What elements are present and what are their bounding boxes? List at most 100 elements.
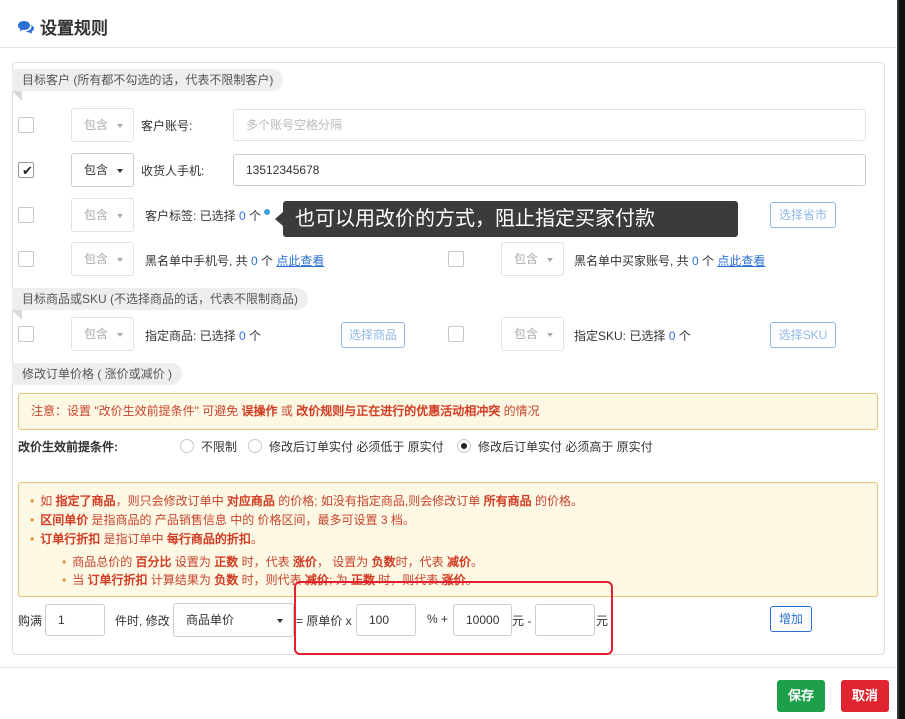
- buyer-blacklist-include-select[interactable]: 包含: [501, 242, 564, 276]
- tooltip-arrow: [275, 212, 283, 226]
- buyer-blacklist-view-link[interactable]: 点此查看: [717, 254, 765, 268]
- help-text: 的价格; 如没有指定商品,则会修改订单: [274, 494, 484, 508]
- help-text: 如: [40, 494, 56, 508]
- help-text: 时，代表: [238, 555, 293, 569]
- dialog-title: 设置规则: [18, 14, 108, 39]
- chevron-down-icon: [117, 258, 123, 262]
- sku-checkbox[interactable]: [448, 326, 464, 342]
- product-prefix: 指定商品: 已选择: [145, 329, 236, 343]
- product-include-select[interactable]: 包含: [71, 317, 134, 351]
- help-line: • 订单行折扣 是指订单中 每行商品的折扣。: [30, 530, 263, 547]
- dialog-title-text: 设置规则: [40, 19, 108, 38]
- phone-blacklist-checkbox[interactable]: [18, 251, 34, 267]
- include-select-value: 包含: [84, 118, 109, 132]
- phone-blacklist-include-select[interactable]: 包含: [71, 242, 134, 276]
- help-emphasis: 指定了商品: [55, 494, 116, 508]
- include-select-value: 包含: [84, 208, 109, 222]
- select-product-button[interactable]: 选择商品: [341, 322, 405, 348]
- help-text: 计算结果为: [147, 573, 215, 587]
- include-select-value: 包含: [84, 327, 109, 341]
- customer-tags-count: 0: [239, 209, 246, 223]
- customer-tags-checkbox[interactable]: [18, 207, 34, 223]
- help-emphasis: 对应商品: [226, 494, 275, 508]
- help-emphasis: 每行商品的折扣: [166, 532, 251, 546]
- customer-account-label: 客户账号:: [141, 119, 193, 133]
- section-tag-notch: [12, 91, 22, 101]
- customer-account-input[interactable]: 多个账号空格分隔: [233, 109, 866, 141]
- customer-tags-unit: 个: [249, 209, 262, 223]
- modify-target-value: 商品单价: [186, 613, 235, 627]
- phone-blacklist-label: 黑名单中手机号, 共 0 个 点此查看: [145, 252, 324, 269]
- help-text: 当: [72, 573, 88, 587]
- cancel-button[interactable]: 取消: [841, 680, 889, 712]
- help-text: 商品总价的: [72, 555, 136, 569]
- help-text: 时，代表: [395, 555, 447, 569]
- info-dot-icon: [264, 209, 270, 215]
- help-text: 的价格。: [531, 494, 583, 508]
- buy-quantity-input[interactable]: 1: [45, 604, 105, 636]
- help-text: 。: [250, 532, 263, 546]
- piece-label: 件时, 修改: [115, 614, 170, 628]
- notice-emphasis: 误操作: [241, 404, 278, 418]
- precondition-option-label: 修改后订单实付 必须高于 原实付: [478, 440, 653, 454]
- conflict-notice: 注意：设置 "改价生效前提条件" 可避免 误操作 或 改价规则与正在进行的优惠活…: [18, 393, 878, 430]
- buyer-blacklist-count: 0: [692, 254, 699, 268]
- help-emphasis: 区间单价: [40, 513, 89, 527]
- help-emphasis: 百分比: [135, 555, 172, 569]
- phone-blacklist-count: 0: [251, 254, 258, 268]
- checkmark-icon: ✔: [22, 163, 33, 178]
- bullet-icon: •: [62, 555, 67, 569]
- notice-text: 的情况: [500, 404, 540, 418]
- help-text: ， 设置为: [316, 555, 372, 569]
- buyer-blacklist-prefix: 黑名单中买家账号, 共: [574, 254, 689, 268]
- select-province-button[interactable]: 选择省市: [770, 202, 836, 228]
- chevron-down-icon: [117, 124, 123, 128]
- buyer-blacklist-checkbox[interactable]: [448, 251, 464, 267]
- section-target-goods: 目标商品或SKU (不选择商品的话，代表不限制商品): [12, 288, 309, 310]
- help-emphasis: 正数: [214, 555, 239, 569]
- customer-tags-label: 客户标签: 已选择 0 个: [145, 207, 261, 224]
- precondition-radio-lower[interactable]: [248, 439, 262, 453]
- modify-target-select[interactable]: 商品单价: [173, 603, 294, 637]
- help-emphasis: 所有商品: [483, 494, 532, 508]
- chevron-down-icon: [117, 214, 123, 218]
- select-sku-button[interactable]: 选择SKU: [770, 322, 836, 348]
- notice-text: 或: [277, 404, 297, 418]
- precondition-radio-unlimited[interactable]: [180, 439, 194, 453]
- buyer-blacklist-label: 黑名单中买家账号, 共 0 个 点此查看: [574, 252, 765, 269]
- customer-tags-prefix: 客户标签: 已选择: [145, 209, 236, 223]
- help-emphasis: 涨价: [292, 555, 317, 569]
- save-button[interactable]: 保存: [777, 680, 825, 712]
- chevron-down-icon: [547, 333, 553, 337]
- product-checkbox[interactable]: [18, 326, 34, 342]
- receiver-phone-checkbox[interactable]: ✔: [18, 162, 34, 178]
- include-select-value: 包含: [514, 252, 539, 266]
- include-select-value: 包含: [84, 163, 109, 177]
- help-line: • 如 指定了商品，则只会修改订单中 对应商品 的价格; 如没有指定商品,则会修改…: [30, 492, 583, 509]
- receiver-phone-include-select[interactable]: 包含: [71, 153, 134, 187]
- customer-account-include-select[interactable]: 包含: [71, 108, 134, 142]
- sku-unit: 个: [678, 329, 691, 343]
- buy-label: 购满: [18, 614, 43, 628]
- customer-tags-include-select[interactable]: 包含: [71, 198, 134, 232]
- receiver-phone-label: 收货人手机:: [141, 164, 205, 178]
- chevron-down-icon: [277, 619, 283, 623]
- buyer-blacklist-unit: 个: [702, 254, 715, 268]
- product-unit: 个: [249, 329, 262, 343]
- phone-blacklist-view-link[interactable]: 点此查看: [276, 254, 324, 268]
- receiver-phone-input[interactable]: 13512345678: [233, 154, 866, 186]
- sku-include-select[interactable]: 包含: [501, 317, 564, 351]
- help-line: • 商品总价的 百分比 设置为 正数 时，代表 涨价， 设置为 负数时，代表 减价…: [62, 553, 483, 570]
- notice-emphasis: 改价规则与正在进行的优惠活动相冲突: [296, 404, 501, 418]
- section-modify-price: 修改订单价格 ( 涨价或减价 ): [12, 363, 182, 385]
- help-emphasis: 订单行折扣: [40, 532, 101, 546]
- bullet-icon: •: [62, 573, 67, 587]
- customer-account-checkbox[interactable]: [18, 117, 34, 133]
- help-line: • 区间单价 是指商品的 产品销售信息 中的 价格区间，最多可设置 3 档。: [30, 511, 415, 528]
- tooltip: 也可以用改价的方式，阻止指定买家付款: [283, 201, 738, 237]
- precondition-label: 改价生效前提条件:: [18, 440, 118, 454]
- add-rule-button[interactable]: 增加: [770, 606, 812, 632]
- dialog-header: [0, 0, 897, 48]
- precondition-radio-higher[interactable]: [457, 439, 471, 453]
- help-emphasis: 订单行折扣: [87, 573, 148, 587]
